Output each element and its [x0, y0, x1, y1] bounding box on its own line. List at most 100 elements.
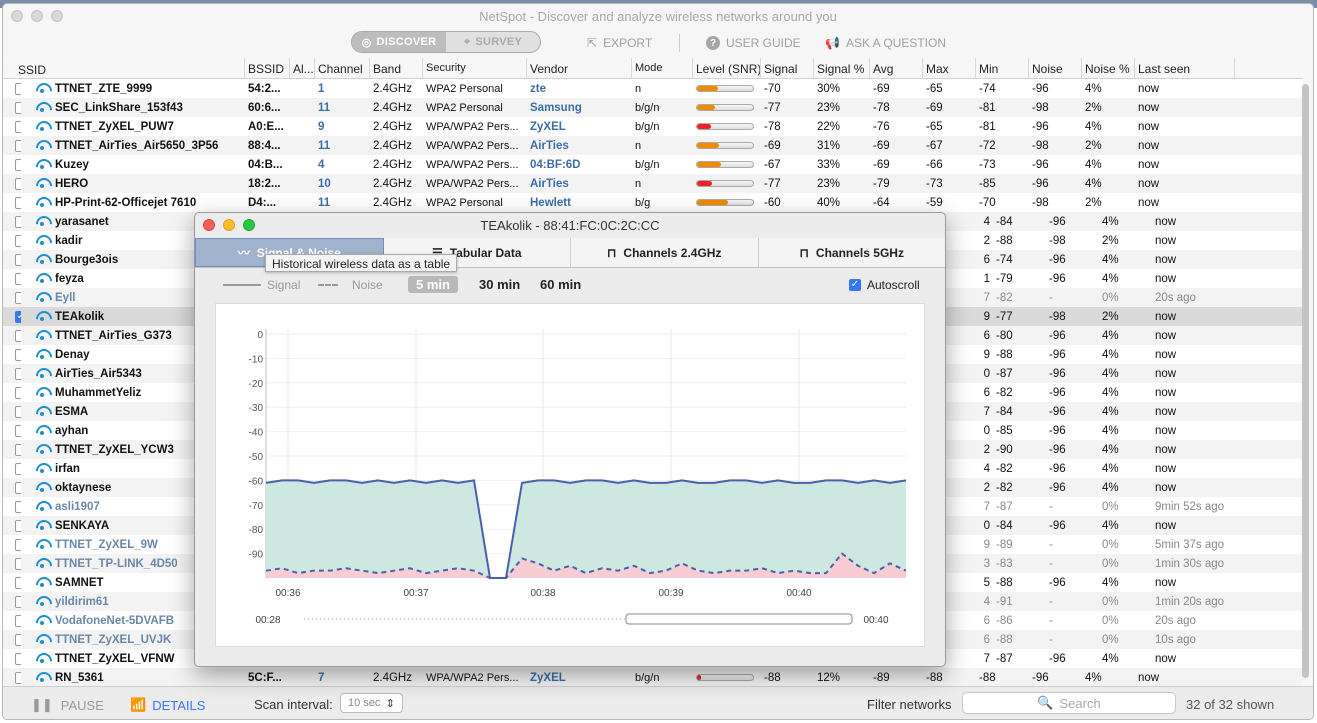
max-cell: 4 — [983, 462, 990, 475]
close-button[interactable] — [11, 10, 23, 22]
row-checkbox-cell — [3, 576, 21, 589]
noise-cell: -96 — [1049, 367, 1066, 380]
discover-button[interactable]: ◎ DISCOVER — [352, 32, 446, 52]
table-row[interactable]: HP-Print-62-Officejet 7610 D4:... 11 2.4GHz… — [3, 193, 1303, 212]
ssid-label: TTNET_AirTies_G373 — [55, 329, 172, 342]
noise-percent-cell: 0% — [1102, 538, 1119, 551]
avg-cell: -64 — [873, 196, 890, 209]
column-header[interactable]: BSSID — [245, 58, 290, 78]
tab-channels-5[interactable]: ⊓ Channels 5GHz — [759, 238, 946, 267]
wifi-icon — [36, 216, 49, 227]
table-row[interactable]: RN_5361 5C:F... 7 2.4GHz WPA/WPA2 Pers... ZyX… — [3, 668, 1303, 687]
band-cell: 2.4GHz — [373, 196, 412, 209]
wifi-icon — [36, 672, 49, 683]
scan-interval-select[interactable]: 10 sec ⇕ — [340, 693, 403, 713]
last-seen-cell: now — [1155, 481, 1177, 494]
column-header[interactable]: Mode — [632, 58, 693, 78]
noise-cell: -96 — [1049, 481, 1066, 494]
column-header[interactable]: Al... — [290, 58, 315, 78]
last-seen-cell: now — [1155, 443, 1177, 456]
popup-close-button[interactable] — [203, 219, 215, 231]
range-selector[interactable] — [625, 613, 853, 625]
security-cell: WPA/WPA2 Pers... — [426, 158, 519, 171]
survey-button[interactable]: ⌖ SURVEY — [446, 32, 540, 52]
table-row[interactable]: TTNET_ZyXEL_PUW7 A0:E... 9 2.4GHz WPA/WPA2 P… — [3, 117, 1303, 136]
ask-question-button[interactable]: 📢 ASK A QUESTION — [825, 36, 946, 50]
column-header[interactable]: Vendor — [527, 58, 632, 78]
row-checkbox-cell — [3, 557, 21, 570]
column-header[interactable]: Last seen — [1135, 58, 1235, 78]
max-cell: 9 — [983, 538, 990, 551]
column-header[interactable]: Level (SNR) — [693, 58, 761, 78]
column-header[interactable]: Min — [976, 58, 1029, 78]
mode-cell: n — [635, 177, 642, 190]
min-cell: -70 — [979, 196, 996, 209]
pause-button[interactable]: ❚❚ PAUSE — [31, 697, 104, 713]
max-cell: 4 — [983, 595, 990, 608]
avg-cell: -78 — [873, 101, 890, 114]
mode-cell: b/g/n — [635, 158, 660, 171]
vendor-cell: Samsung — [530, 101, 582, 114]
user-guide-button[interactable]: ? USER GUIDE — [706, 36, 801, 50]
noise-cell: -96 — [1049, 253, 1066, 266]
column-header[interactable]: Band — [370, 58, 423, 78]
y-tick-label: -20 — [249, 379, 264, 390]
column-header[interactable]: Avg — [870, 58, 923, 78]
table-row[interactable]: Kuzey 04:B... 4 2.4GHz WPA/WPA2 Pers... 04:BF… — [3, 155, 1303, 174]
row-checkbox-cell — [3, 633, 21, 646]
wifi-icon — [36, 178, 49, 189]
range-60min-button[interactable]: 60 min — [532, 276, 589, 293]
search-input[interactable]: 🔍 Search — [962, 692, 1176, 714]
range-5min-button[interactable]: 5 min — [408, 276, 458, 293]
minimize-button[interactable] — [31, 10, 43, 22]
signal-cell: -77 — [764, 101, 781, 114]
min-cell: -87 — [996, 652, 1013, 665]
max-cell: 1 — [983, 272, 990, 285]
max-cell: -65 — [926, 120, 943, 133]
column-header[interactable]: SSID — [3, 58, 245, 78]
column-header[interactable]: Noise % — [1082, 58, 1135, 78]
avg-cell: -69 — [873, 139, 890, 152]
row-checkbox-cell — [3, 348, 21, 361]
column-header[interactable]: Max — [923, 58, 976, 78]
min-cell: -74 — [996, 253, 1013, 266]
pause-icon: ❚❚ — [31, 697, 53, 712]
bssid-cell: 88:4... — [248, 139, 281, 152]
signal-percent-cell: 30% — [817, 82, 841, 95]
table-row[interactable]: TTNET_AirTies_Air5650_3P56 88:4... 11 2.4GH… — [3, 136, 1303, 155]
noise-percent-cell: 2% — [1102, 310, 1119, 323]
noise-cell: -96 — [1049, 424, 1066, 437]
min-cell: -88 — [996, 234, 1013, 247]
last-seen-cell: now — [1155, 576, 1177, 589]
table-row[interactable]: HERO 18:2... 10 2.4GHz WPA/WPA2 Pers... AirTi… — [3, 174, 1303, 193]
column-header[interactable]: Noise — [1029, 58, 1082, 78]
export-button[interactable]: ⇱ EXPORT — [587, 36, 652, 50]
autoscroll-checkbox[interactable]: ✓ Autoscroll — [849, 278, 920, 292]
wifi-icon — [36, 558, 49, 569]
wifi-icon — [36, 577, 49, 588]
vendor-cell: Hewlett — [530, 196, 571, 209]
popup-zoom-button[interactable] — [243, 219, 255, 231]
tab-channels-24[interactable]: ⊓ Channels 2.4GHz — [571, 238, 759, 267]
ssid-cell: RN_5361 — [21, 672, 245, 684]
zoom-button[interactable] — [51, 10, 63, 22]
column-header[interactable]: Security — [423, 58, 527, 78]
table-row[interactable]: SEC_LinkShare_153f43 60:6... 11 2.4GHz WPA2 … — [3, 98, 1303, 117]
ssid-cell: TTNET_AirTies_Air5650_3P56 — [21, 140, 245, 152]
popup-minimize-button[interactable] — [223, 219, 235, 231]
column-header[interactable]: Signal % — [814, 58, 870, 78]
range-30min-button[interactable]: 30 min — [471, 276, 528, 293]
avg-cell: -69 — [873, 158, 890, 171]
channel-cell: 11 — [318, 196, 331, 209]
column-header[interactable]: Signal — [761, 58, 814, 78]
wifi-icon — [36, 615, 49, 626]
bssid-cell: D4:... — [248, 196, 277, 209]
last-seen-cell: 5min 37s ago — [1155, 538, 1225, 551]
wifi-icon — [36, 596, 49, 607]
table-scrollbar[interactable] — [1302, 84, 1309, 678]
min-cell: -72 — [979, 139, 996, 152]
wifi-icon — [36, 463, 49, 474]
table-row[interactable]: TTNET_ZTE_9999 54:2... 1 2.4GHz WPA2 Persona… — [3, 79, 1303, 98]
column-header[interactable]: Channel — [315, 58, 370, 78]
details-button[interactable]: 📶 DETAILS — [130, 697, 205, 713]
